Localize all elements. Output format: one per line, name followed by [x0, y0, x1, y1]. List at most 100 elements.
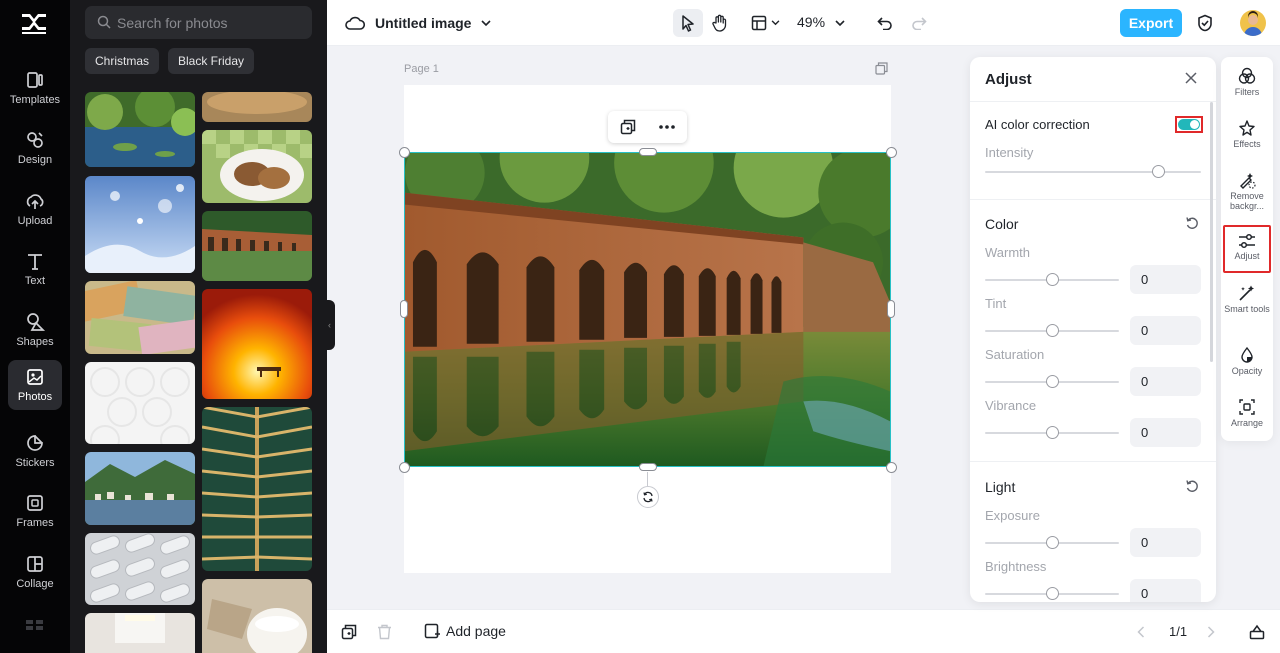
exposure-slider[interactable]: [985, 536, 1119, 550]
resize-handle-bottom-left[interactable]: [399, 462, 410, 473]
duplicate-icon[interactable]: [620, 119, 636, 135]
zoom-menu-button[interactable]: [830, 9, 850, 37]
photo-search-box[interactable]: [85, 6, 312, 39]
add-page-button[interactable]: Add page: [424, 623, 506, 639]
brightness-value[interactable]: 0: [1130, 579, 1201, 602]
more-apps-icon[interactable]: [26, 620, 44, 630]
slider-thumb[interactable]: [1046, 426, 1059, 439]
photo-thumb-cake[interactable]: [202, 130, 312, 203]
photo-thumb-pills[interactable]: [85, 533, 195, 605]
photo-thumb-winter[interactable]: [85, 176, 195, 273]
resize-handle-bottom-right[interactable]: [886, 462, 897, 473]
document-title-menu[interactable]: Untitled image: [345, 10, 492, 36]
photo-thumb-village[interactable]: [85, 452, 195, 525]
exposure-value[interactable]: 0: [1130, 528, 1201, 557]
shield-button[interactable]: [1190, 9, 1220, 37]
arrange-icon: [1239, 399, 1255, 415]
ai-color-correction-toggle[interactable]: [1175, 116, 1203, 133]
undo-button[interactable]: [870, 9, 900, 37]
photo-thumb-pond[interactable]: [85, 92, 195, 167]
close-icon[interactable]: [1184, 71, 1198, 85]
trash-icon[interactable]: [377, 624, 392, 640]
photo-thumb-yogurt[interactable]: [202, 579, 312, 653]
resize-handle-top[interactable]: [639, 148, 657, 156]
photo-thumb-palm-leaf[interactable]: [202, 407, 312, 571]
slider-thumb[interactable]: [1046, 587, 1059, 600]
nav-item-shapes[interactable]: Shapes: [8, 305, 62, 359]
photo-thumb-money[interactable]: [85, 281, 195, 354]
page-manager-icon[interactable]: [1249, 624, 1265, 640]
photo-thumb-bread-top[interactable]: [202, 92, 312, 122]
more-options-icon[interactable]: [659, 125, 676, 129]
adjust-icon: [1239, 233, 1255, 249]
export-button[interactable]: Export: [1120, 9, 1182, 37]
nav-item-photos[interactable]: Photos: [8, 360, 62, 410]
rotate-handle[interactable]: [637, 486, 659, 508]
resize-handle-bottom[interactable]: [639, 463, 657, 471]
tint-value[interactable]: 0: [1130, 316, 1201, 345]
chip-christmas[interactable]: Christmas: [85, 48, 160, 74]
nav-item-text[interactable]: Text: [8, 244, 62, 298]
saturation-slider[interactable]: [985, 375, 1119, 389]
exposure-label: Exposure: [985, 508, 1040, 523]
tool-smart-tools[interactable]: Smart tools: [1223, 284, 1271, 314]
tint-slider[interactable]: [985, 324, 1119, 338]
nav-item-templates[interactable]: Templates: [8, 63, 62, 117]
add-layer-icon[interactable]: [341, 624, 357, 640]
resize-handle-left[interactable]: [400, 300, 408, 318]
select-tool-button[interactable]: [673, 9, 703, 37]
hand-tool-button[interactable]: [705, 9, 735, 37]
reset-light-icon[interactable]: [1185, 479, 1199, 493]
tool-arrange[interactable]: Arrange: [1223, 398, 1271, 428]
tool-remove-background[interactable]: Remove backgr...: [1223, 171, 1271, 211]
chevron-right-icon[interactable]: [1207, 626, 1215, 638]
photo-search-input[interactable]: [117, 6, 307, 39]
zoom-level[interactable]: 49%: [797, 14, 825, 30]
nav-item-design[interactable]: Design: [8, 123, 62, 177]
slider-thumb[interactable]: [1046, 375, 1059, 388]
redo-button[interactable]: [904, 9, 934, 37]
page-label: Page 1: [404, 63, 439, 75]
tool-filters[interactable]: Filters: [1223, 67, 1271, 97]
slider-thumb[interactable]: [1046, 324, 1059, 337]
vibrance-value[interactable]: 0: [1130, 418, 1201, 447]
chevron-left-icon[interactable]: [1137, 626, 1145, 638]
warmth-value[interactable]: 0: [1130, 265, 1201, 294]
duplicate-page-icon[interactable]: [875, 62, 888, 75]
nav-item-frames[interactable]: Frames: [8, 486, 62, 540]
chip-black-friday[interactable]: Black Friday: [168, 48, 255, 74]
layout-menu-button[interactable]: [745, 9, 785, 37]
nav-item-upload[interactable]: Upload: [8, 184, 62, 238]
capcut-logo-icon[interactable]: [20, 10, 48, 36]
nav-item-stickers[interactable]: Stickers: [8, 426, 62, 480]
bottom-bar: Add page 1/1: [327, 609, 1280, 653]
tool-effects[interactable]: Effects: [1223, 119, 1271, 149]
reset-color-icon[interactable]: [1185, 216, 1199, 230]
slider-thumb[interactable]: [1046, 536, 1059, 549]
intensity-slider[interactable]: [985, 165, 1201, 179]
brightness-slider[interactable]: [985, 587, 1119, 601]
user-avatar[interactable]: [1240, 10, 1266, 36]
nav-item-label: Templates: [9, 94, 61, 106]
vibrance-slider[interactable]: [985, 426, 1119, 440]
chevron-left-icon: ‹: [328, 320, 331, 330]
panel-scrollbar[interactable]: [1210, 102, 1213, 362]
tool-opacity[interactable]: Opacity: [1223, 346, 1271, 376]
photo-thumb-arches[interactable]: [202, 211, 312, 281]
selected-photo-aqueduct[interactable]: [404, 152, 891, 467]
tool-adjust[interactable]: Adjust: [1223, 225, 1271, 273]
photo-thumb-room[interactable]: [85, 613, 195, 653]
nav-item-collage[interactable]: Collage: [8, 547, 62, 601]
warmth-slider[interactable]: [985, 273, 1119, 287]
saturation-value[interactable]: 0: [1130, 367, 1201, 396]
slider-thumb[interactable]: [1151, 165, 1165, 178]
panel-collapse-handle[interactable]: ‹: [327, 300, 335, 350]
resize-handle-right[interactable]: [887, 300, 895, 318]
resize-handle-top-right[interactable]: [886, 147, 897, 158]
tool-label: Filters: [1234, 87, 1260, 97]
resize-handle-top-left[interactable]: [399, 147, 410, 158]
photo-thumb-pattern[interactable]: [85, 362, 195, 444]
slider-thumb[interactable]: [1046, 273, 1059, 286]
photo-thumb-sunset[interactable]: [202, 289, 312, 399]
nav-item-label: Stickers: [15, 457, 55, 469]
